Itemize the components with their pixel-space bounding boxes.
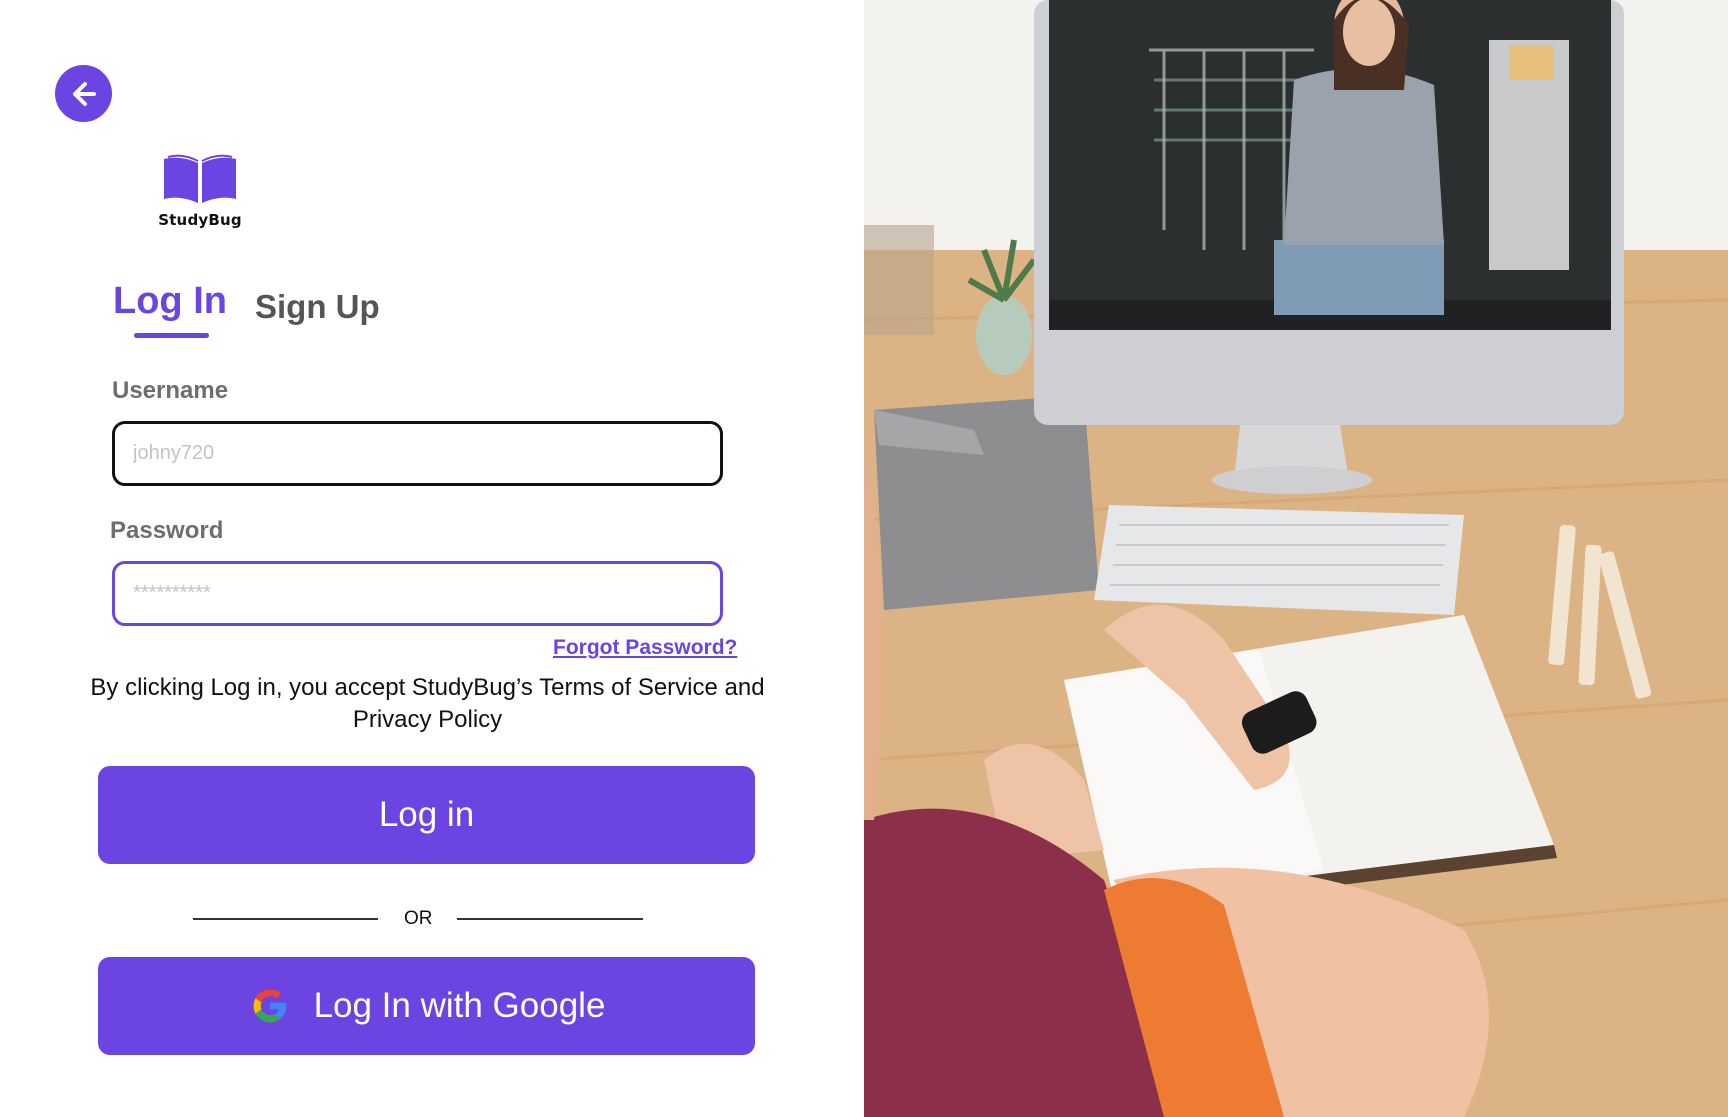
app-logo: StudyBug [155, 153, 245, 229]
open-book-icon [164, 154, 236, 203]
tab-login[interactable]: Log In [113, 280, 227, 323]
password-input[interactable] [112, 561, 723, 626]
username-label: Username [112, 377, 229, 404]
app-name: StudyBug [158, 211, 242, 229]
login-panel: StudyBug Log In Sign Up Username Passwor… [0, 0, 864, 1117]
terms-notice: By clicking Log in, you accept StudyBug’… [90, 674, 765, 733]
google-button-label: Log In with Google [313, 986, 606, 1025]
google-g-icon [253, 989, 287, 1023]
password-label: Password [110, 517, 224, 544]
divider-line-right [457, 918, 643, 920]
google-login-button[interactable]: Log In with Google [98, 957, 755, 1055]
login-button[interactable]: Log in [98, 766, 755, 864]
divider-or: OR [404, 908, 433, 929]
forgot-password-link[interactable]: Forgot Password? [553, 636, 737, 660]
login-button-label: Log in [378, 795, 475, 834]
hero-photo [864, 0, 1728, 1117]
back-button[interactable] [55, 65, 112, 122]
tab-signup[interactable]: Sign Up [255, 288, 380, 326]
active-tab-indicator [134, 333, 209, 338]
divider-line-left [193, 918, 378, 920]
username-input[interactable] [112, 421, 723, 486]
arrow-left-icon [72, 81, 96, 106]
